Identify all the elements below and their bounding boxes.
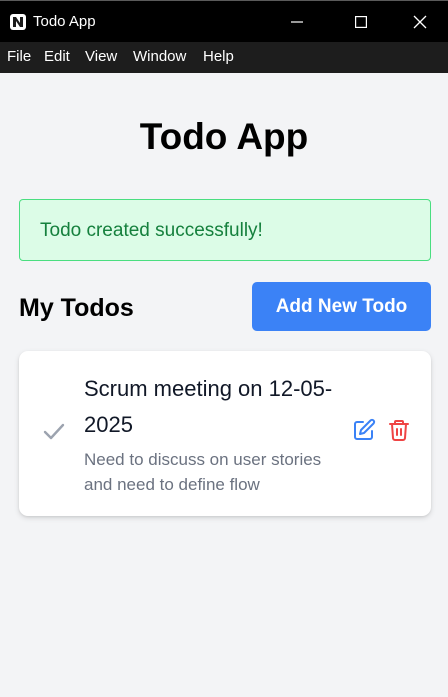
window-titlebar: Todo App (0, 0, 448, 42)
page-title: Todo App (139, 116, 309, 157)
check-icon[interactable] (41, 418, 67, 444)
alert-message: Todo created successfully! (40, 220, 263, 241)
app-icon (10, 14, 26, 30)
trash-icon[interactable] (387, 418, 411, 442)
todo-card: Scrum meeting on 12-05-2025 Need to disc… (19, 351, 431, 516)
menu-file[interactable]: File (7, 48, 31, 65)
menu-bar: File Edit View Window Help (0, 42, 448, 73)
success-alert: Todo created successfully! (19, 199, 431, 261)
menu-view[interactable]: View (85, 48, 117, 65)
maximize-icon (355, 16, 367, 28)
menu-window[interactable]: Window (133, 48, 186, 65)
minimize-button[interactable] (271, 1, 323, 43)
minimize-icon (291, 21, 303, 23)
todo-title: Scrum meeting on 12-05-2025 (84, 376, 333, 437)
close-button[interactable] (394, 1, 446, 43)
add-todo-button[interactable]: Add New Todo (252, 282, 431, 331)
menu-edit[interactable]: Edit (44, 48, 70, 65)
maximize-button[interactable] (335, 1, 387, 43)
todo-description: Need to discuss on user stories and need… (84, 450, 322, 494)
section-title: My Todos (19, 294, 134, 322)
edit-icon[interactable] (352, 418, 376, 442)
window-title: Todo App (33, 13, 96, 30)
menu-help[interactable]: Help (203, 48, 234, 65)
close-icon (413, 15, 427, 29)
